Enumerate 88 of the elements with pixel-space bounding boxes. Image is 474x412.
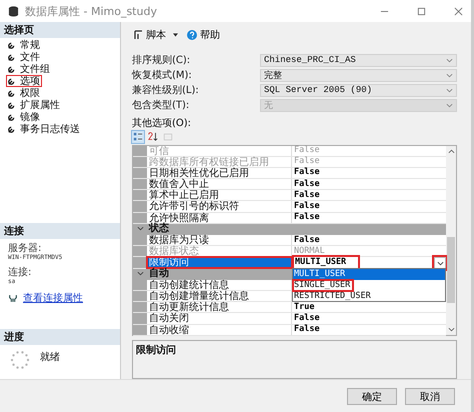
dropdown-option[interactable]: MULTI_USER — [293, 269, 445, 280]
server-label: 服务器: — [8, 243, 42, 254]
property-value: False — [294, 234, 320, 246]
field-label: 兼容性级别(L): — [132, 84, 200, 98]
dropdown-field[interactable]: Chinese_PRC_CI_AS — [260, 54, 457, 67]
field-label: 恢复模式(M): — [132, 68, 193, 82]
dropdown-option[interactable]: SINGLE_USER — [293, 280, 354, 291]
close-icon[interactable] — [454, 6, 463, 16]
chevron-icon — [446, 88, 453, 93]
description-title: 限制访问 — [136, 344, 176, 356]
connection-properties-link[interactable]: 查看连接属性 — [23, 291, 83, 305]
property-value: False — [294, 167, 320, 178]
property-value: False — [294, 145, 320, 156]
wrench-icon — [8, 101, 16, 109]
dropdown-field[interactable]: SQL Server 2005 (90) — [260, 84, 457, 97]
chevron-icon — [436, 260, 444, 266]
connection-icon — [8, 294, 18, 302]
script-icon — [133, 30, 143, 40]
wrench-icon — [8, 41, 16, 49]
property-value: True — [294, 302, 314, 313]
scrollbar-thumb[interactable] — [447, 236, 455, 304]
section-header: 选择页 — [0, 22, 120, 38]
chevron-icon — [446, 72, 453, 78]
connection-label: 连接: — [8, 267, 32, 278]
dropdown-button[interactable] — [434, 257, 446, 270]
property-name[interactable]: 自动收缩 — [147, 324, 292, 335]
chevron-icon — [446, 58, 453, 63]
sidebar-item[interactable]: 文件组 — [6, 63, 52, 75]
property-name[interactable]: 自动创建增量统计信息 — [147, 290, 292, 302]
wrench-icon — [8, 77, 16, 85]
sidebar-item[interactable]: 镜像 — [6, 111, 42, 123]
scroll-up-icon[interactable] — [448, 148, 454, 154]
wrench-icon — [8, 89, 16, 97]
category-label: 自动 — [149, 268, 169, 280]
property-name[interactable]: 自动创建统计信息 — [147, 280, 292, 290]
spinner-icon — [10, 350, 30, 370]
chevron-icon — [446, 102, 453, 108]
wrench-icon — [8, 113, 16, 121]
wrench-icon — [8, 65, 16, 73]
property-name[interactable]: 数值舍入中止 — [147, 179, 292, 190]
maximize-icon[interactable] — [417, 6, 426, 16]
collapse-icon[interactable] — [137, 226, 144, 232]
section-header: 连接 — [0, 223, 120, 239]
category-label: 状态 — [149, 223, 169, 234]
help-icon — [187, 30, 197, 40]
property-value: False — [294, 212, 320, 224]
property-value: False — [294, 324, 320, 336]
property-name[interactable]: 数据库为只读 — [147, 235, 292, 246]
sidebar-item[interactable]: 常规 — [6, 39, 42, 51]
property-value: NORMAL — [294, 246, 325, 257]
categorized-button[interactable] — [132, 130, 144, 143]
scrollbar[interactable] — [446, 146, 456, 335]
field-label: 排序规则(C): — [132, 54, 192, 68]
sidebar-item[interactable]: 事务日志传送 — [6, 123, 82, 135]
progress-status: 就绪 — [40, 350, 60, 365]
property-value: MULTI_USER — [294, 256, 358, 268]
sidebar-item[interactable]: 选项 — [6, 75, 42, 87]
collapse-icon[interactable] — [137, 271, 144, 276]
script-button[interactable]: 脚本 — [132, 28, 167, 42]
property-name[interactable]: 日期相关性优化已启用 — [147, 168, 292, 178]
sidebar-item[interactable]: 扩展属性 — [6, 99, 62, 111]
database-icon — [8, 5, 19, 17]
section-header: 进度 — [0, 329, 120, 345]
help-button[interactable]: 帮助 — [186, 28, 221, 42]
property-name[interactable]: 自动关闭 — [147, 313, 292, 324]
window-title: 数据库属性 - Mimo_study — [25, 4, 157, 18]
sidebar-item[interactable]: 权限 — [6, 87, 42, 99]
property-value: False — [294, 190, 320, 201]
property-name[interactable]: 自动更新统计信息 — [147, 302, 292, 312]
caret-icon[interactable] — [173, 32, 178, 37]
property-value: False — [294, 312, 320, 324]
sort-button[interactable] — [147, 130, 159, 143]
dropdown-option[interactable]: RESTRICTED_USER — [293, 290, 371, 302]
other-options-label: 其他选项(O): — [132, 116, 192, 130]
dialog-button[interactable]: 取消 — [405, 388, 455, 404]
property-value: False — [294, 156, 320, 168]
property-name[interactable]: 允许快照隔离 — [147, 212, 292, 223]
wrench-icon — [8, 125, 16, 133]
property-value: False — [294, 178, 320, 190]
property-value: False — [294, 201, 320, 212]
scroll-down-icon[interactable] — [448, 326, 454, 332]
sidebar-item[interactable]: 文件 — [6, 51, 42, 63]
field-label: 包含类型(T): — [132, 98, 190, 112]
dropdown-field[interactable]: 完整 — [260, 68, 457, 82]
dialog-button[interactable]: 确定 — [347, 388, 397, 404]
property-name[interactable]: 允许带引号的标识符 — [147, 201, 292, 212]
property-name[interactable]: 算术中止已启用 — [147, 190, 292, 200]
wrench-icon — [8, 53, 16, 61]
